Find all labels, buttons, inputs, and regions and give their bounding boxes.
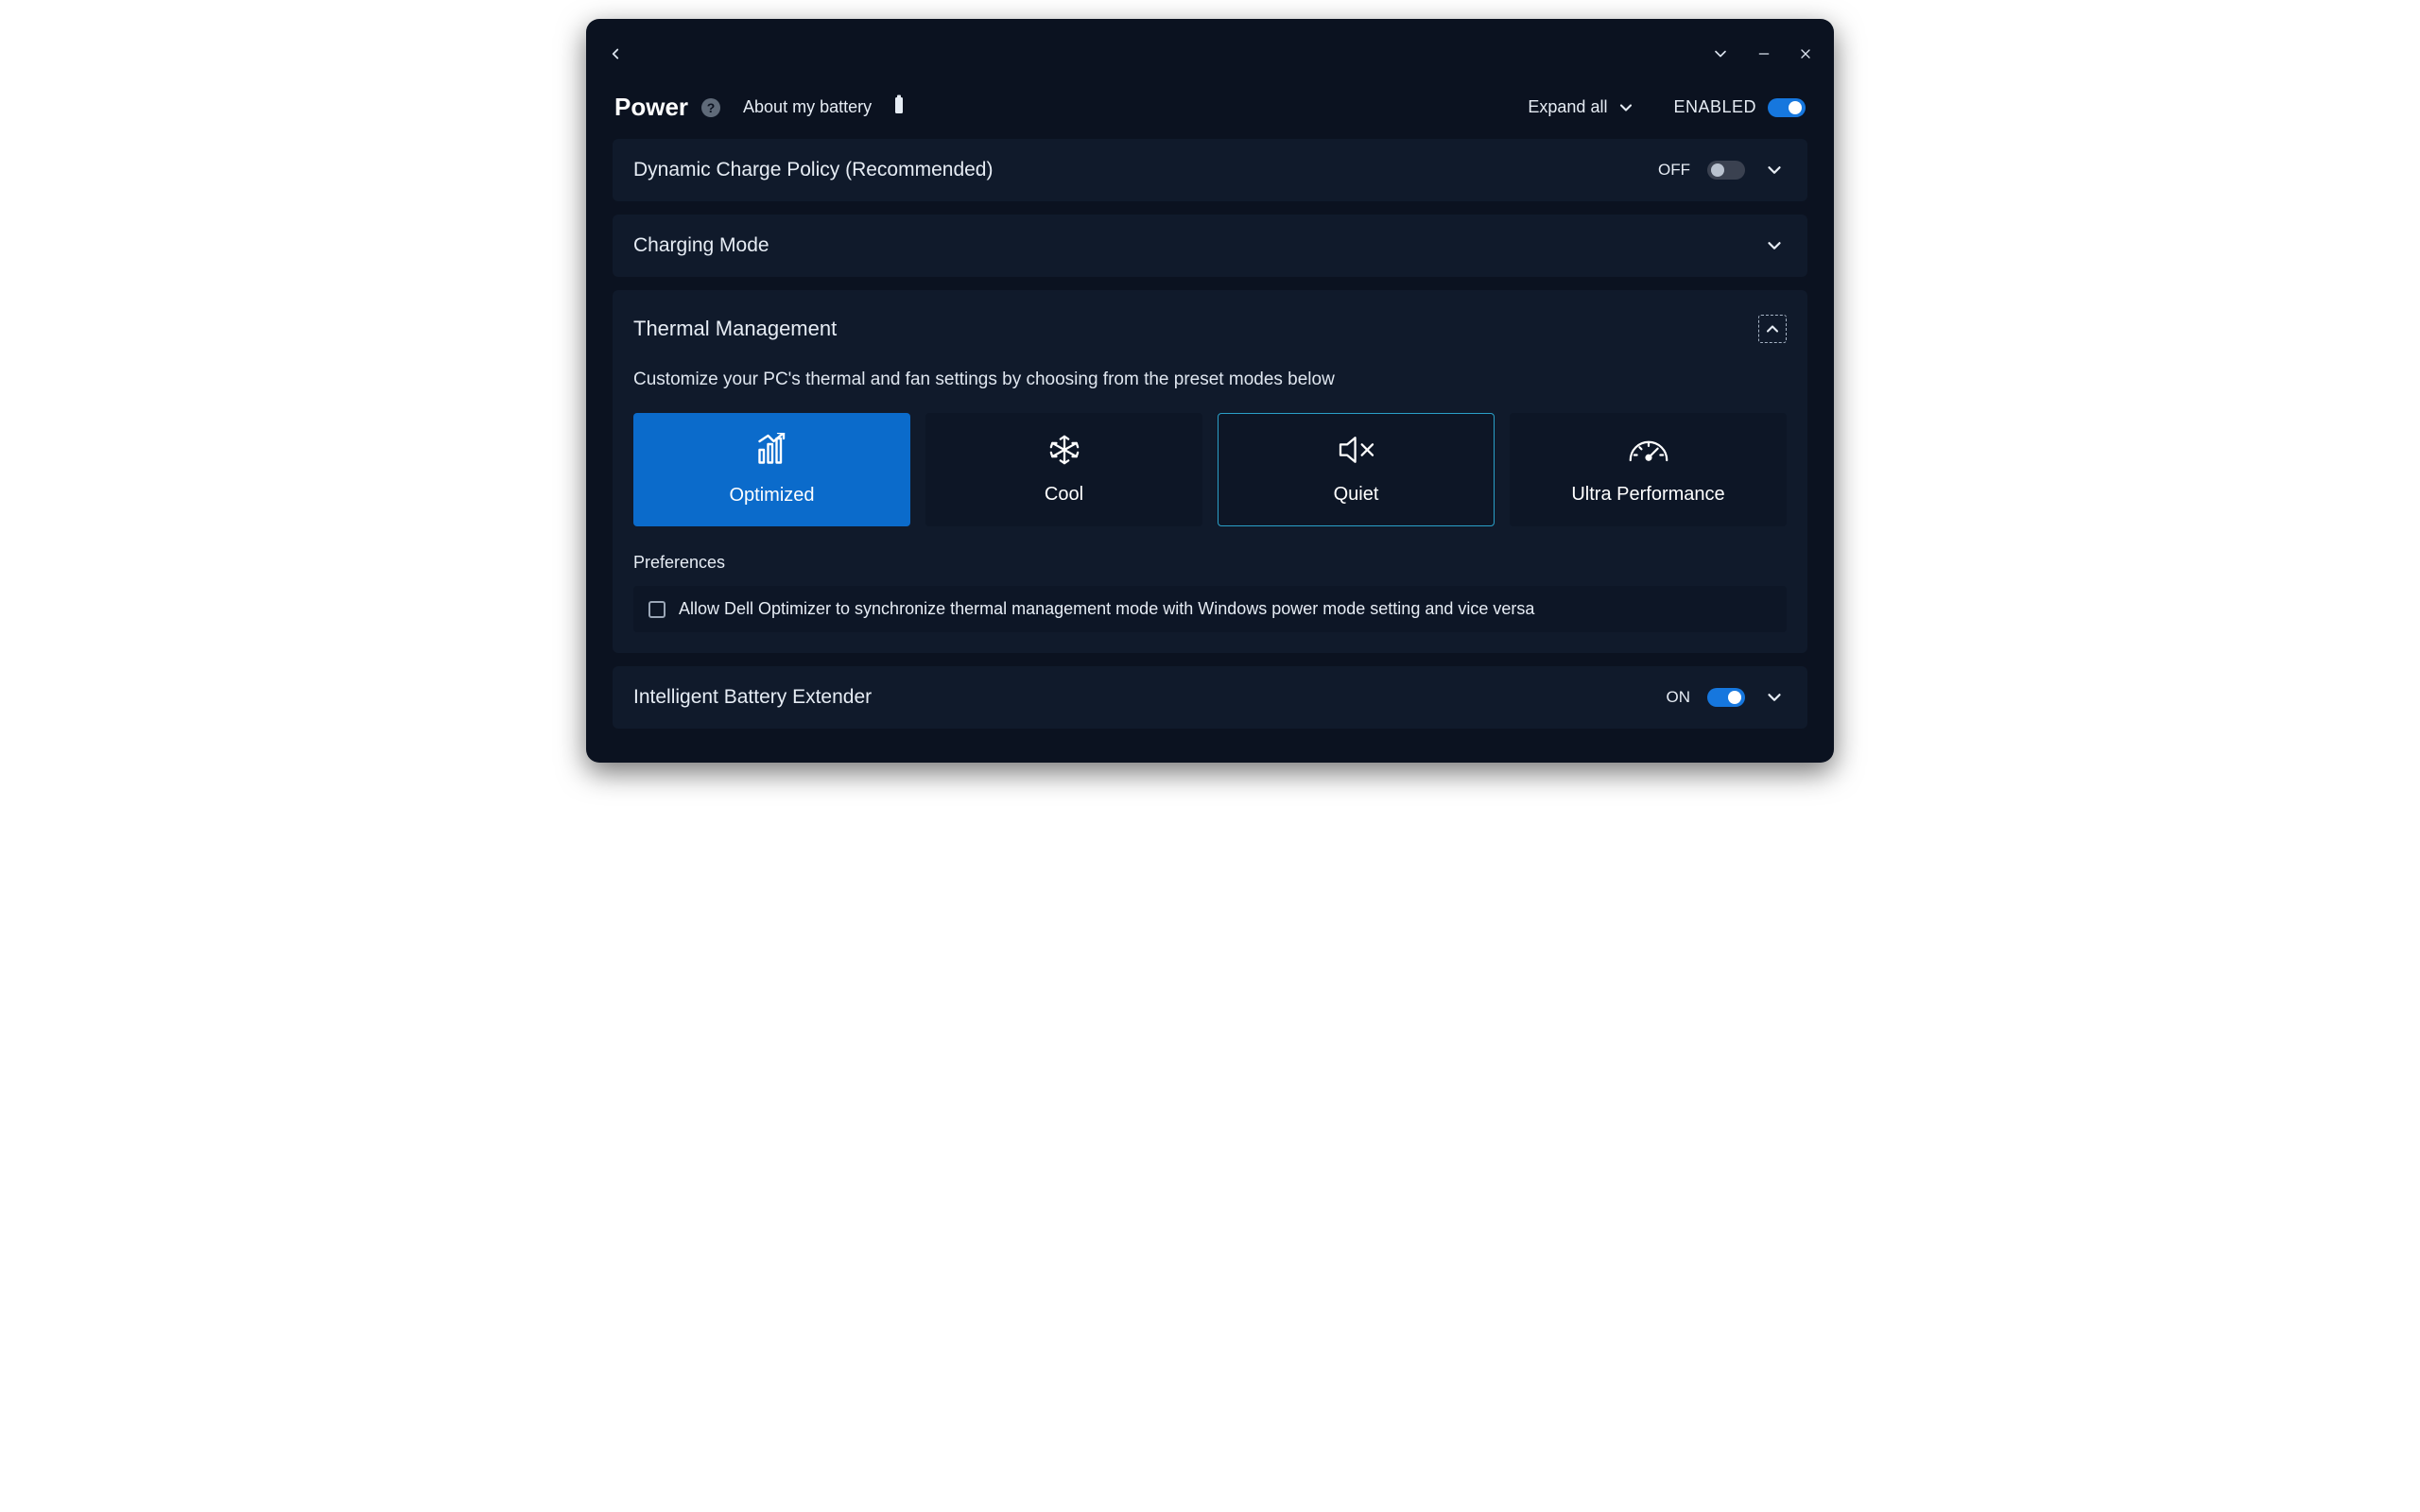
mode-cool[interactable]: Cool bbox=[925, 413, 1202, 526]
state-label: OFF bbox=[1658, 161, 1690, 180]
titlebar bbox=[586, 19, 1834, 72]
enabled-toggle[interactable] bbox=[1768, 98, 1806, 117]
help-icon[interactable]: ? bbox=[701, 98, 720, 117]
gauge-icon bbox=[1628, 434, 1669, 471]
section-title: Charging Mode bbox=[633, 234, 769, 257]
expand-button[interactable] bbox=[1762, 233, 1787, 258]
snowflake-icon bbox=[1048, 434, 1080, 471]
thermal-mode-grid: Optimized bbox=[633, 413, 1787, 526]
mode-label: Cool bbox=[1045, 484, 1083, 506]
app-window: Power ? About my battery Expand all ENAB… bbox=[586, 19, 1834, 763]
window-dropdown-icon[interactable] bbox=[1711, 44, 1730, 63]
minimize-button[interactable] bbox=[1756, 46, 1772, 61]
battery-icon bbox=[892, 94, 906, 120]
section-title: Dynamic Charge Policy (Recommended) bbox=[633, 159, 993, 181]
expand-button[interactable] bbox=[1762, 685, 1787, 710]
section-title: Intelligent Battery Extender bbox=[633, 686, 872, 709]
about-battery-link[interactable]: About my battery bbox=[743, 97, 872, 117]
page-header: Power ? About my battery Expand all ENAB… bbox=[586, 72, 1834, 139]
enabled-label: ENABLED bbox=[1673, 97, 1756, 117]
preferences-label: Preferences bbox=[633, 553, 1787, 573]
state-label: ON bbox=[1667, 688, 1691, 707]
battery-extender-toggle[interactable] bbox=[1707, 688, 1745, 707]
preferences-row: Allow Dell Optimizer to synchronize ther… bbox=[633, 586, 1787, 632]
sync-checkbox[interactable] bbox=[648, 601, 666, 618]
expand-all-label: Expand all bbox=[1528, 97, 1607, 117]
chart-up-icon bbox=[755, 433, 789, 472]
content-scroll[interactable]: Dynamic Charge Policy (Recommended) OFF … bbox=[586, 139, 1834, 763]
expand-all-button[interactable]: Expand all bbox=[1528, 97, 1635, 117]
section-dynamic-charge: Dynamic Charge Policy (Recommended) OFF bbox=[613, 139, 1807, 201]
page-title: Power bbox=[614, 93, 688, 122]
mode-ultra-performance[interactable]: Ultra Performance bbox=[1510, 413, 1787, 526]
mode-label: Ultra Performance bbox=[1571, 484, 1724, 506]
dynamic-charge-toggle[interactable] bbox=[1707, 161, 1745, 180]
expand-button[interactable] bbox=[1762, 158, 1787, 182]
mode-label: Quiet bbox=[1334, 484, 1379, 506]
section-battery-extender: Intelligent Battery Extender ON bbox=[613, 666, 1807, 729]
mode-label: Optimized bbox=[729, 485, 814, 507]
section-charging-mode: Charging Mode bbox=[613, 215, 1807, 277]
section-thermal: Thermal Management Customize your PC's t… bbox=[613, 290, 1807, 653]
speaker-mute-icon bbox=[1338, 434, 1375, 471]
mode-optimized[interactable]: Optimized bbox=[633, 413, 910, 526]
section-description: Customize your PC's thermal and fan sett… bbox=[633, 369, 1787, 390]
close-button[interactable] bbox=[1798, 46, 1813, 61]
sync-checkbox-label: Allow Dell Optimizer to synchronize ther… bbox=[679, 599, 1534, 619]
collapse-button[interactable] bbox=[1758, 315, 1787, 343]
section-title: Thermal Management bbox=[633, 317, 837, 341]
chevron-down-icon bbox=[1616, 98, 1635, 117]
enabled-group: ENABLED bbox=[1673, 97, 1806, 117]
mode-quiet[interactable]: Quiet bbox=[1218, 413, 1495, 526]
back-button[interactable] bbox=[607, 45, 624, 62]
